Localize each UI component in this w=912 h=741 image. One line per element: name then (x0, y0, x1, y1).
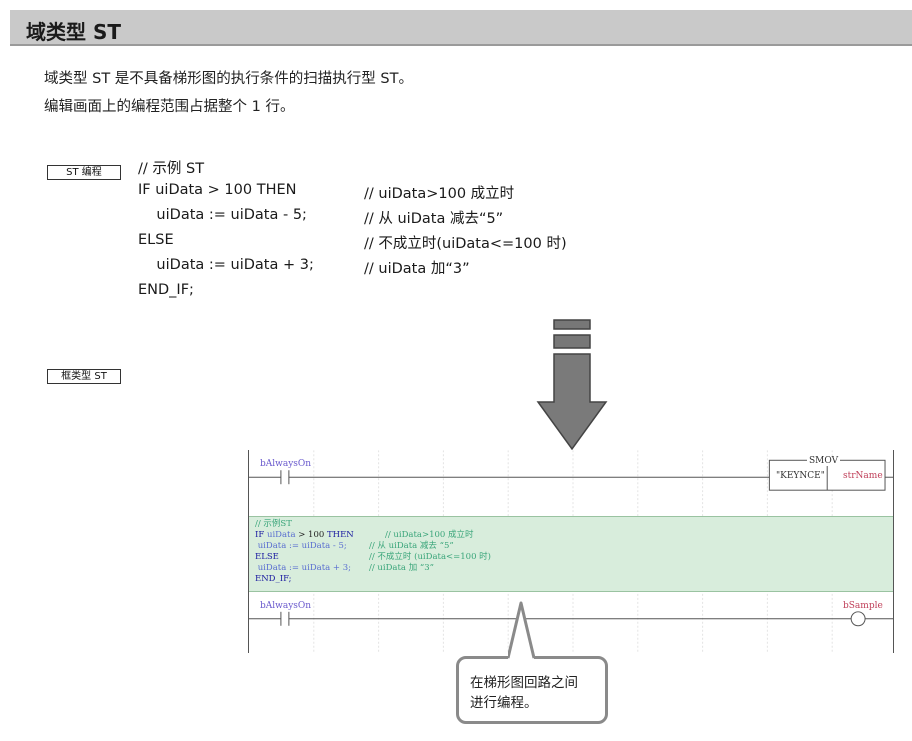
smov-arg-1: "KEYNCE" (776, 471, 825, 481)
code-comment-4: // 不成立时(uiData<=100 时) (364, 236, 567, 252)
contact-2-label: bAlwaysOn (260, 601, 312, 611)
st-if-var: uiData (266, 530, 296, 540)
code-comment-3: // 从 uiData 减去“5” (364, 211, 504, 227)
code-comment-5: // uiData 加“3” (364, 261, 470, 277)
down-arrow-icon (536, 319, 608, 451)
st-then-keyword: THEN (326, 530, 354, 540)
page-title: 域类型 ST (26, 20, 122, 44)
st-line-6: END_IF; (255, 574, 292, 584)
code-line-6: END_IF; (138, 282, 194, 298)
st-comment-2: // uiData>100 成立时 (385, 530, 474, 540)
contact-1-label: bAlwaysOn (260, 459, 312, 469)
frame-st-tag: 框类型 ST (47, 369, 121, 384)
code-line-1: // 示例 ST (138, 161, 205, 177)
callout-line-2: 进行编程。 (470, 695, 538, 711)
code-line-5: uiData := uiData + 3; (138, 257, 314, 273)
st-line-3: uiData := uiData - 5; (255, 541, 347, 551)
smov-label: SMOV (807, 456, 841, 466)
st-line-2: IF uiData > 100 THEN (255, 530, 354, 541)
code-line-3: uiData := uiData - 5; (138, 207, 307, 223)
ladder-diagram: bAlwaysOn SMOV "KEYNCE" strName // 示例ST … (248, 450, 894, 653)
intro-line-1: 域类型 ST 是不具备梯形图的执行条件的扫描执行型 ST。 (44, 71, 413, 87)
st-comment-4: // 不成立时 (uiData<=100 时) (369, 552, 491, 562)
code-line-4: ELSE (138, 232, 174, 248)
coil-label: bSample (843, 601, 883, 611)
st-edit-tag: ST 编程 (47, 165, 121, 180)
smov-arg-2: strName (843, 471, 883, 481)
st-code-block: // 示例ST IF uiData > 100 THEN // uiData>1… (249, 516, 893, 592)
callout-line-1: 在梯形图回路之间 (470, 675, 578, 691)
title-bar: 域类型 ST (10, 10, 912, 46)
callout-pointer (508, 601, 536, 659)
st-comment-5: // uiData 加 “3” (369, 563, 434, 573)
st-line-1: // 示例ST (255, 519, 292, 529)
st-if-keyword: IF (255, 530, 265, 540)
st-if-cond: > 100 (295, 530, 327, 540)
code-comment-2: // uiData>100 成立时 (364, 186, 515, 202)
st-line-5: uiData := uiData + 3; (255, 563, 352, 573)
st-line-4: ELSE (255, 552, 279, 562)
callout-box: 在梯形图回路之间 进行编程。 (456, 656, 608, 724)
st-comment-3: // 从 uiData 减去 “5” (369, 541, 454, 551)
code-line-2: IF uiData > 100 THEN (138, 182, 297, 198)
intro-line-2: 编辑画面上的编程范围占据整个 1 行。 (44, 99, 295, 115)
